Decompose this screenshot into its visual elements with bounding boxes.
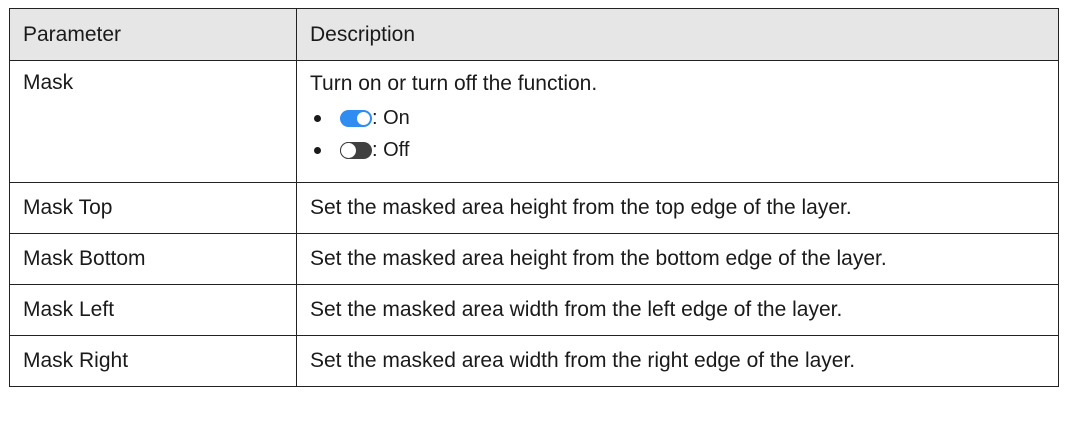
parameter-cell: Mask Right — [9, 335, 297, 387]
table-row: Mask Top Set the masked area height from… — [9, 182, 1059, 234]
list-item-off: : Off — [310, 134, 1058, 166]
description-text: Turn on or turn off the function. — [310, 72, 598, 95]
option-label-off: : Off — [372, 138, 410, 161]
bullet-icon — [314, 114, 321, 122]
description-cell: Set the masked area height from the top … — [296, 182, 1059, 234]
description-cell: Set the masked area height from the bott… — [296, 233, 1059, 285]
description-column-header: Description — [296, 8, 1059, 61]
table-row: Mask Left Set the masked area width from… — [9, 284, 1059, 336]
parameter-column-header: Parameter — [9, 8, 297, 61]
table-row: Mask Bottom Set the masked area height f… — [9, 233, 1059, 285]
option-list: : On : Off — [310, 102, 1058, 166]
parameter-cell: Mask Left — [9, 284, 297, 336]
parameter-cell: Mask Bottom — [9, 233, 297, 285]
parameter-cell: Mask — [9, 60, 297, 183]
bullet-icon — [314, 146, 321, 154]
parameter-cell: Mask Top — [9, 182, 297, 234]
description-cell: Set the masked area width from the left … — [296, 284, 1059, 336]
option-label-on: : On — [372, 106, 410, 129]
description-cell: Set the masked area width from the right… — [296, 335, 1059, 387]
toggle-off-icon — [340, 141, 372, 159]
parameter-table: Parameter Description Mask Turn on or tu… — [9, 8, 1059, 387]
header-row: Parameter Description — [9, 8, 1059, 61]
description-cell: Turn on or turn off the function. : On :… — [296, 60, 1059, 183]
table-row: Mask Right Set the masked area width fro… — [9, 335, 1059, 387]
table-row-mask: Mask Turn on or turn off the function. :… — [9, 60, 1059, 183]
toggle-on-icon — [340, 109, 372, 127]
list-item-on: : On — [310, 102, 1058, 134]
